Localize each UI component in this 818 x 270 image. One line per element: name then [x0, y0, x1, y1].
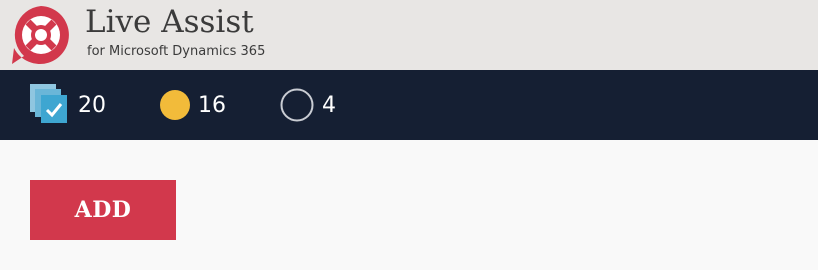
chats-stack-icon	[30, 84, 67, 123]
offline-agents-count: 4	[322, 92, 336, 118]
brand-title: Live Assist	[85, 4, 254, 40]
busy-agents-count: 16	[198, 92, 226, 118]
app-header: Live Assist for Microsoft Dynamics 365	[0, 0, 818, 70]
status-bar: 20 16 4	[0, 70, 818, 140]
offline-circle-icon	[280, 88, 314, 122]
offline-agents-stat[interactable]: 4	[280, 70, 336, 140]
active-chats-count: 20	[78, 92, 106, 118]
lifebuoy-icon	[12, 6, 69, 64]
active-chats-stat[interactable]: 20	[30, 70, 106, 140]
brand-subtitle: for Microsoft Dynamics 365	[87, 44, 266, 59]
busy-agents-stat[interactable]: 16	[160, 70, 226, 140]
add-button[interactable]: ADD	[30, 180, 176, 240]
busy-dot-icon	[160, 90, 190, 120]
